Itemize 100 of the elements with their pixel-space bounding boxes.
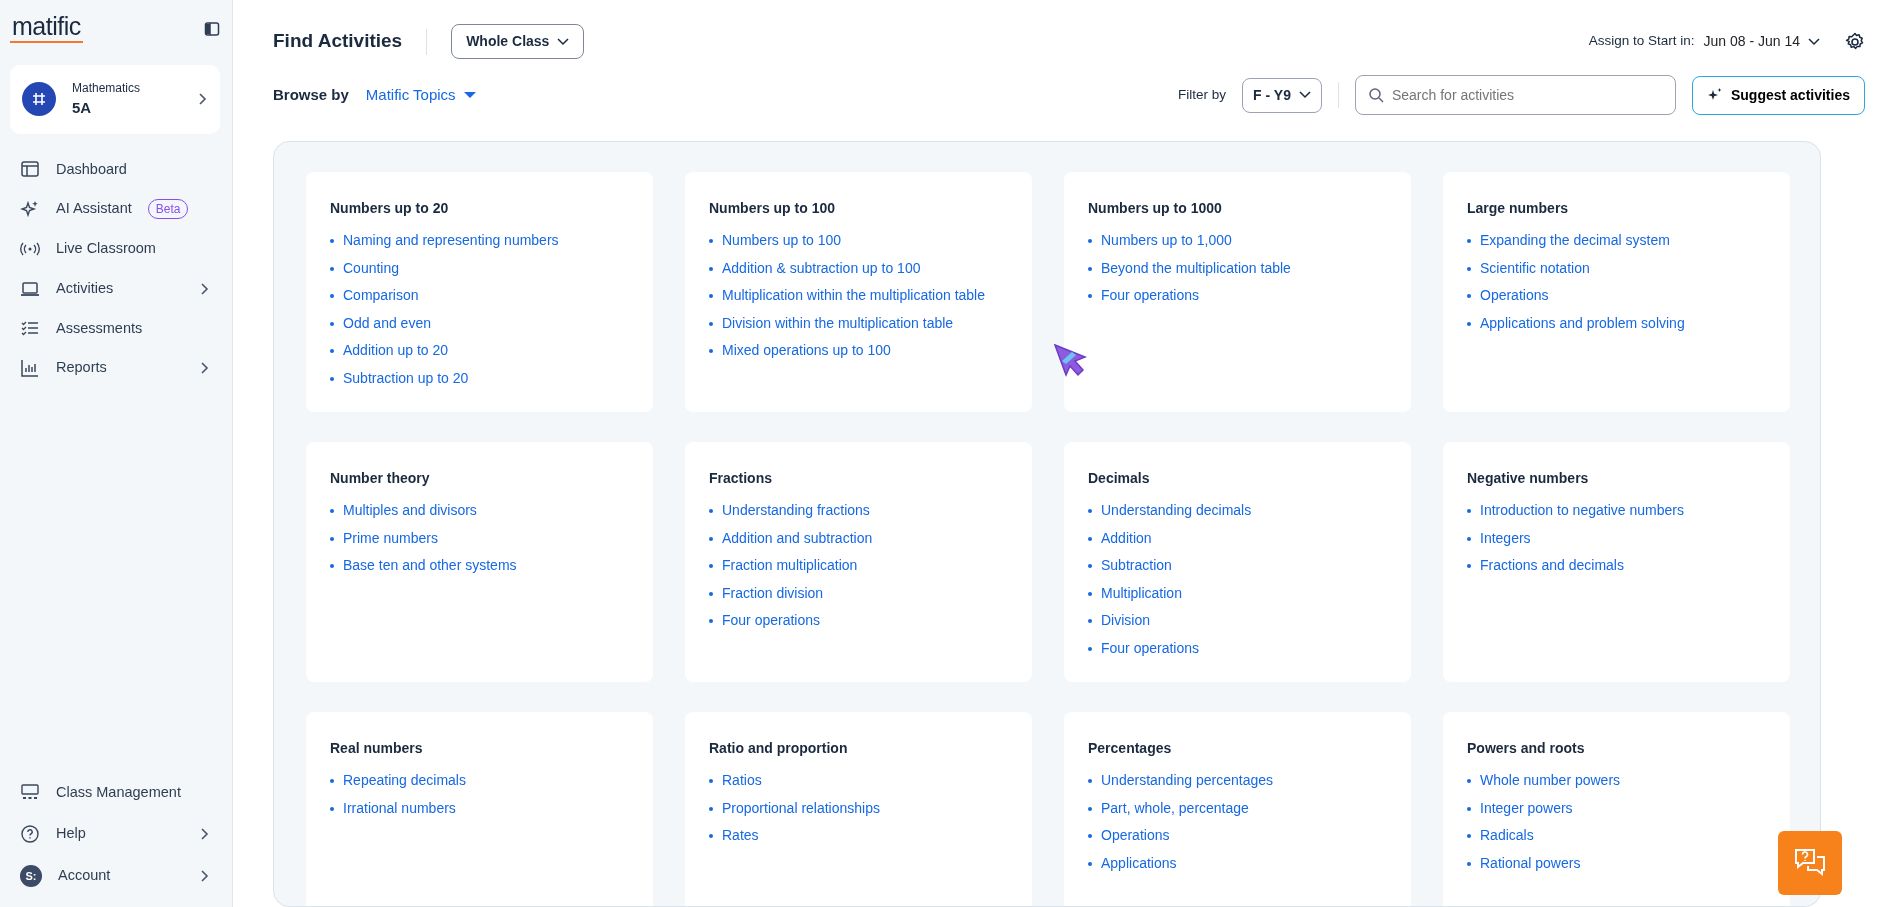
topic-link[interactable]: Applications — [1101, 854, 1177, 871]
topic-title: Numbers up to 100 — [709, 199, 837, 218]
nav-label: Reports — [56, 358, 107, 378]
bullet-icon — [330, 321, 334, 326]
nav-item[interactable]: Activities — [10, 268, 220, 309]
topic-link[interactable]: Subtraction up to 20 — [343, 369, 469, 386]
settings-icon[interactable] — [1845, 31, 1865, 52]
topic-link[interactable]: Base ten and other systems — [343, 557, 517, 573]
topic-link[interactable]: Four operations — [722, 612, 821, 628]
nav-item[interactable]: Class Management — [10, 771, 220, 814]
nav-item[interactable]: AI Assistant Beta — [10, 189, 220, 229]
topic-title: Numbers up to 20 — [330, 199, 450, 218]
topic-link[interactable]: Naming and representing numbers — [343, 232, 559, 248]
topic-title: Percentages — [1088, 739, 1173, 758]
sidebar-toggle-icon[interactable] — [204, 20, 220, 37]
bullet-icon — [1088, 536, 1092, 541]
grade-filter-dropdown[interactable]: F - Y9 — [1242, 77, 1322, 113]
bullet-icon — [330, 294, 334, 299]
topic-link[interactable]: Counting — [343, 259, 400, 276]
topic-link[interactable]: Scientific notation — [1480, 259, 1590, 276]
topic-title: Large numbers — [1467, 199, 1570, 218]
topic-link[interactable]: Rates — [722, 827, 759, 843]
bullet-icon — [1467, 239, 1471, 244]
topic-link[interactable]: Division within the multiplication table — [722, 314, 954, 331]
topic-link[interactable]: Applications and problem solving — [1480, 314, 1685, 331]
page-title: Find Activities — [273, 29, 403, 54]
topic-link[interactable]: Numbers up to 1,000 — [1101, 232, 1232, 248]
nav-label: Assessments — [56, 318, 143, 338]
help-icon — [20, 824, 40, 845]
topic-link[interactable]: Introduction to negative numbers — [1480, 502, 1684, 518]
topic-link[interactable]: Whole number powers — [1480, 772, 1621, 788]
class-subject: Mathematics — [72, 80, 142, 97]
audience-dropdown[interactable]: Whole Class — [451, 24, 585, 59]
topic-link[interactable]: Proportional relationships — [722, 799, 880, 816]
topic-link[interactable]: Radicals — [1480, 827, 1534, 843]
nav-item[interactable]: S: Account — [10, 855, 220, 897]
topic-link[interactable]: Fraction division — [722, 584, 824, 601]
bullet-icon — [709, 564, 713, 569]
topic-link[interactable]: Operations — [1480, 287, 1549, 303]
bullet-icon — [1467, 536, 1471, 541]
topic-title: Number theory — [330, 469, 431, 488]
bullet-icon — [1088, 834, 1092, 839]
topic-link[interactable]: Expanding the decimal system — [1480, 232, 1670, 248]
topic-link[interactable]: Multiples and divisors — [343, 502, 477, 518]
topic-link[interactable]: Addition and subtraction — [722, 529, 873, 546]
search-field[interactable]: Search for activities — [1354, 75, 1676, 115]
topic-link[interactable]: Rational powers — [1480, 854, 1581, 871]
topic-link[interactable]: Odd and even — [343, 314, 431, 331]
topic-link[interactable]: Prime numbers — [343, 529, 438, 546]
topic-link[interactable]: Irrational numbers — [343, 799, 456, 816]
topic-link[interactable]: Addition & subtraction up to 100 — [722, 259, 921, 276]
nav-item[interactable]: Live Classroom — [10, 229, 220, 269]
bullet-icon — [1467, 779, 1471, 784]
bullet-icon — [1088, 806, 1092, 811]
topic-link[interactable]: Four operations — [1101, 287, 1200, 303]
topic-link[interactable]: Integer powers — [1480, 799, 1573, 816]
bullet-icon — [330, 536, 334, 541]
topic-title: Fractions — [709, 469, 773, 488]
suggest-activities-button[interactable]: Suggest activities — [1691, 75, 1865, 115]
chat-button[interactable] — [1778, 831, 1842, 895]
topic-link[interactable]: Numbers up to 100 — [722, 232, 842, 248]
date-range-dropdown[interactable]: Jun 08 - Jun 14 — [1702, 30, 1821, 53]
topic-link[interactable]: Addition — [1101, 529, 1152, 546]
topic-link[interactable]: Understanding decimals — [1101, 502, 1252, 518]
topic-link[interactable]: Addition up to 20 — [343, 342, 449, 358]
bullet-icon — [709, 834, 713, 839]
topic-link[interactable]: Subtraction — [1101, 557, 1172, 573]
bullet-icon — [709, 266, 713, 271]
chat-icon — [1794, 848, 1826, 878]
bullet-icon — [1467, 834, 1471, 839]
nav-item[interactable]: Reports — [10, 348, 220, 388]
topic-link[interactable]: Comparison — [343, 287, 419, 303]
browse-dropdown[interactable]: Matific Topics — [364, 82, 477, 108]
topic-link[interactable]: Multiplication — [1101, 584, 1182, 601]
topic-link[interactable]: Repeating decimals — [343, 772, 466, 788]
bullet-icon — [330, 779, 334, 784]
nav-item[interactable]: Assessments — [10, 308, 220, 349]
topic-link[interactable]: Understanding percentages — [1101, 772, 1273, 788]
topic-link[interactable]: Operations — [1101, 827, 1170, 843]
bullet-icon — [709, 536, 713, 541]
chevron-right-icon — [196, 92, 208, 107]
bullet-icon — [330, 266, 334, 271]
topic-link[interactable]: Fraction multiplication — [722, 557, 858, 573]
topic-link[interactable]: Integers — [1480, 529, 1531, 546]
topic-link[interactable]: Division — [1101, 612, 1150, 628]
topic-link[interactable]: Four operations — [1101, 639, 1200, 656]
topic-link[interactable]: Understanding fractions — [722, 502, 870, 518]
topic-link[interactable]: Multiplication within the multiplication table — [722, 287, 986, 303]
topic-link[interactable]: Fractions and decimals — [1480, 557, 1624, 573]
nav-item[interactable]: Dashboard — [10, 149, 220, 190]
nav-label: Account — [58, 866, 111, 886]
class-selector[interactable]: Mathematics 5A — [10, 65, 220, 134]
bullet-icon — [1467, 294, 1471, 299]
nav-item[interactable]: Help — [10, 813, 220, 855]
topic-link[interactable]: Beyond the multiplication table — [1101, 259, 1291, 276]
topic-link[interactable]: Part, whole, percentage — [1101, 799, 1249, 816]
bullet-icon — [1088, 646, 1092, 651]
topic-link[interactable]: Ratios — [722, 772, 762, 788]
logo[interactable]: matific — [10, 14, 83, 43]
topic-link[interactable]: Mixed operations up to 100 — [722, 342, 891, 358]
